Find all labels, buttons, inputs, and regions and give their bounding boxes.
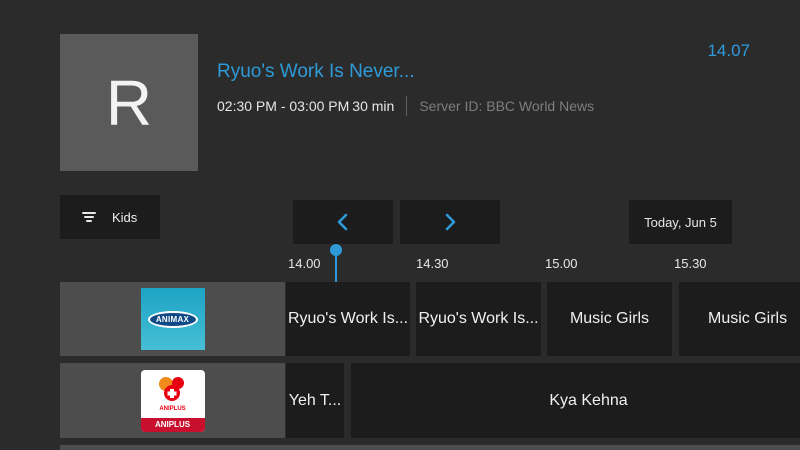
program-duration: 30 min: [352, 98, 395, 114]
channel-row-partial: [60, 445, 800, 450]
aniplus-logo-text: ANIPLUS: [140, 417, 205, 432]
program-cell[interactable]: Ryuo's Work Is...: [416, 282, 541, 356]
time-tick: 14.00: [288, 256, 321, 271]
program-title: Ryuo's Work Is Never...: [217, 61, 415, 82]
server-id: Server ID: BBC World News: [419, 98, 595, 114]
time-tick: 14.30: [416, 256, 449, 271]
current-time: 14.07: [707, 41, 750, 60]
program-meta: 02:30 PM - 03:00 PM 30 min Server ID: BB…: [217, 96, 594, 116]
meta-divider: [406, 96, 408, 116]
tv-guide-screen: R Ryuo's Work Is Never... 02:30 PM - 03:…: [0, 0, 800, 450]
time-tick: 15.00: [545, 256, 578, 271]
now-indicator-dot: [330, 244, 342, 256]
program-cell[interactable]: Music Girls: [547, 282, 672, 356]
aniplus-logo: ANIPLUS ANIPLUS: [140, 369, 205, 432]
aniplus-logo-small-text: ANIPLUS: [159, 405, 186, 412]
time-tick: 15.30: [674, 256, 707, 271]
animax-logo-text: ANIMAX: [155, 314, 190, 324]
program-cell[interactable]: Kya Kehna: [351, 363, 800, 438]
chevron-right-icon: [445, 213, 456, 231]
filter-icon: [82, 212, 96, 222]
date-button[interactable]: Today, Jun 5: [629, 200, 732, 244]
channel-cell-animax[interactable]: ANIMAX: [60, 282, 285, 356]
aniplus-mark-icon: [158, 376, 184, 401]
program-cell[interactable]: Yeh T...: [286, 363, 344, 438]
channel-cell-aniplus[interactable]: ANIPLUS ANIPLUS: [60, 363, 285, 438]
filter-label: Kids: [112, 209, 138, 225]
thumbnail-letter: R: [105, 66, 153, 139]
program-cell[interactable]: Music Girls: [679, 282, 800, 356]
filter-button[interactable]: Kids: [60, 195, 160, 239]
previous-button[interactable]: [293, 200, 393, 244]
animax-logo: ANIMAX: [140, 288, 205, 350]
chevron-left-icon: [337, 213, 348, 231]
animax-logo-oval: ANIMAX: [147, 310, 198, 328]
program-cell[interactable]: Ryuo's Work Is...: [286, 282, 410, 356]
program-thumbnail: R: [60, 34, 198, 171]
next-button[interactable]: [400, 200, 500, 244]
program-time-range: 02:30 PM - 03:00 PM: [217, 98, 350, 114]
